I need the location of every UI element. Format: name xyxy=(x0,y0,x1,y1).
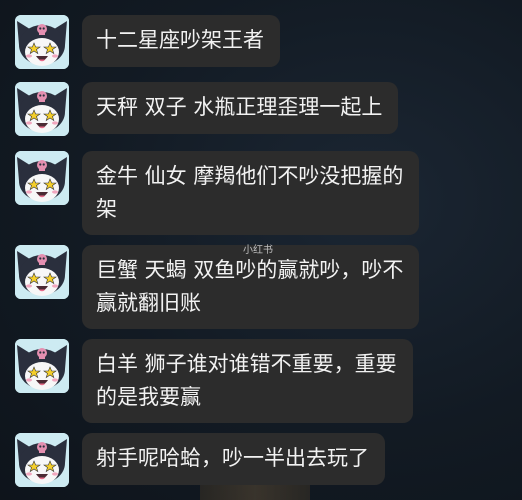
message-row-3: 金牛 仙女 摩羯他们不吵没把握的 架 xyxy=(15,151,420,235)
avatar[interactable] xyxy=(15,151,69,205)
xiaohongshu-watermark: 小红书 xyxy=(243,245,273,256)
avatar[interactable] xyxy=(15,339,69,393)
message-line: 金牛 仙女 摩羯他们不吵没把握的 xyxy=(96,164,404,188)
message-bubble[interactable]: 射手呢哈蛤，吵一半出去玩了 xyxy=(82,433,385,485)
kuromi-avatar-icon xyxy=(15,82,69,136)
message-bubble[interactable]: 天秤 双子 水瓶正理歪理一起上 xyxy=(82,82,399,134)
message-bubble[interactable]: 十二星座吵架王者 xyxy=(82,15,280,67)
message-row-2: 天秤 双子 水瓶正理歪理一起上 xyxy=(15,82,399,136)
message-bubble[interactable]: 巨蟹 天蝎 双鱼吵的赢就吵，吵不 赢就翻旧账 xyxy=(82,245,420,329)
message-row-1: 十二星座吵架王者 xyxy=(15,15,280,69)
message-bubble[interactable]: 金牛 仙女 摩羯他们不吵没把握的 架 xyxy=(82,151,420,235)
avatar[interactable] xyxy=(15,245,69,299)
message-line: 十二星座吵架王者 xyxy=(96,28,264,52)
avatar[interactable] xyxy=(15,433,69,487)
message-bubble[interactable]: 白羊 狮子谁对谁错不重要，重要 的是我要赢 xyxy=(82,339,413,423)
kuromi-avatar-icon xyxy=(15,339,69,393)
message-line: 巨蟹 天蝎 双鱼吵的赢就吵，吵不 xyxy=(96,258,404,282)
message-line: 赢就翻旧账 xyxy=(96,291,201,315)
message-row-4: 巨蟹 天蝎 双鱼吵的赢就吵，吵不 赢就翻旧账 xyxy=(15,245,420,329)
kuromi-avatar-icon xyxy=(15,151,69,205)
kuromi-avatar-icon xyxy=(15,15,69,69)
message-line: 天秤 双子 水瓶正理歪理一起上 xyxy=(96,95,383,119)
message-line: 白羊 狮子谁对谁错不重要，重要 xyxy=(96,352,397,376)
avatar[interactable] xyxy=(15,15,69,69)
message-line: 的是我要赢 xyxy=(96,385,201,409)
avatar[interactable] xyxy=(15,82,69,136)
message-row-6: 射手呢哈蛤，吵一半出去玩了 xyxy=(15,433,385,487)
message-line: 射手呢哈蛤，吵一半出去玩了 xyxy=(96,446,369,470)
message-line: 架 xyxy=(96,197,117,221)
kuromi-avatar-icon xyxy=(15,245,69,299)
kuromi-avatar-icon xyxy=(15,433,69,487)
message-row-5: 白羊 狮子谁对谁错不重要，重要 的是我要赢 xyxy=(15,339,413,423)
